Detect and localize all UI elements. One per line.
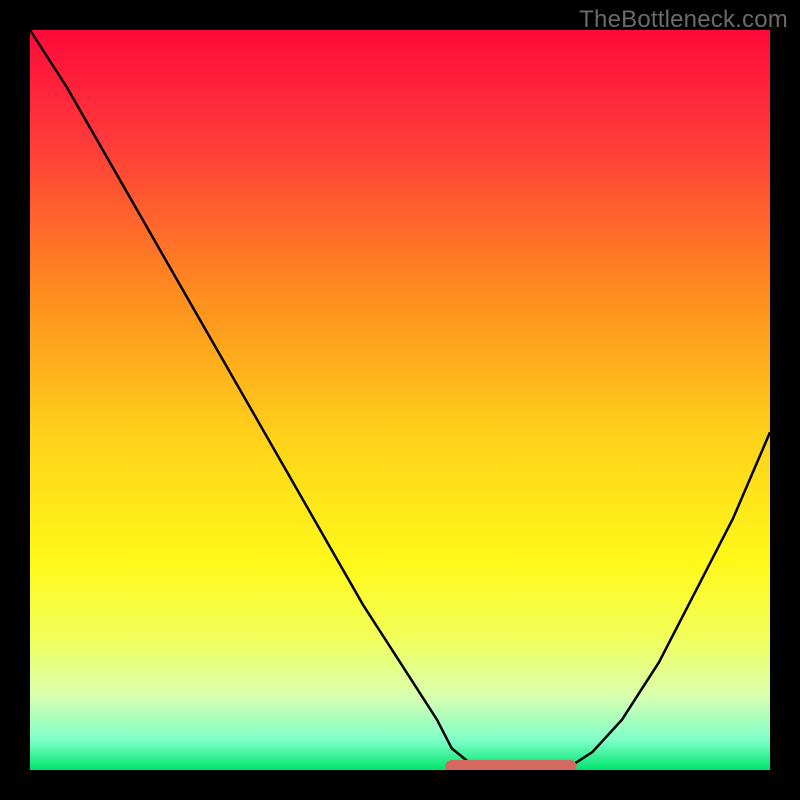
chart-background <box>30 30 770 770</box>
bottleneck-chart <box>30 30 770 770</box>
chart-frame: TheBottleneck.com <box>0 0 800 800</box>
watermark-label: TheBottleneck.com <box>579 6 788 34</box>
